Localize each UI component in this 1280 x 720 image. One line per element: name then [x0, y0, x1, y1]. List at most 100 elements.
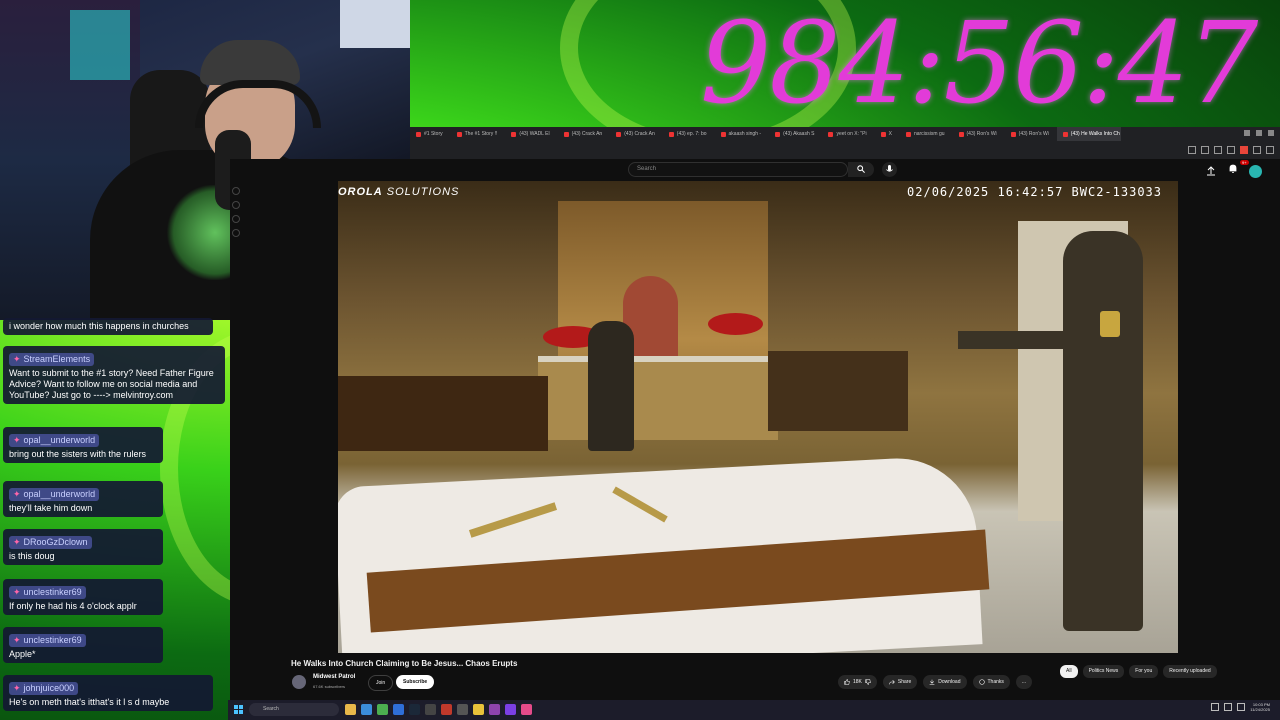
extension-icon[interactable] [1240, 146, 1248, 154]
volume-icon[interactable] [1237, 703, 1246, 711]
taskbar-apps [345, 704, 532, 715]
altar-rail [538, 356, 778, 440]
extension-icon[interactable] [1201, 146, 1209, 154]
chat-text: Apple* [9, 649, 36, 659]
filter-chip[interactable]: For you [1129, 665, 1159, 678]
tab-favicon-icon [616, 131, 622, 137]
taskbar-search[interactable]: Search [249, 703, 339, 716]
app-icon[interactable] [521, 704, 532, 715]
officer-badge [1100, 311, 1120, 337]
share-button[interactable]: Share [882, 675, 918, 689]
browser-tab[interactable]: (43) Akaash S [769, 127, 820, 141]
system-clock[interactable]: 10:03 PM 11/24/2025 [1250, 702, 1270, 712]
chat-username[interactable]: ✦ DRooGzDclown [9, 536, 92, 549]
notifications-button[interactable]: 9+ [1227, 160, 1249, 180]
chat-username-text: unclestinker69 [23, 635, 82, 645]
bodycam-footage [338, 181, 1178, 653]
channel-name[interactable]: Midwest Patrol [313, 674, 355, 680]
account-avatar[interactable] [1249, 164, 1262, 178]
tab-label: (43) WADL El [519, 131, 550, 137]
filter-chip[interactable]: All [1060, 665, 1078, 678]
rail-icon[interactable] [232, 201, 240, 209]
chat-message: ✦ unclestinker69 Apple* [3, 627, 163, 663]
app-icon[interactable] [425, 704, 436, 715]
join-button[interactable]: Join [368, 675, 394, 691]
tab-label: (43) ep. 7: bo [676, 131, 707, 137]
start-button[interactable] [234, 705, 244, 715]
network-icon[interactable] [1224, 703, 1233, 711]
background-monitor [340, 0, 410, 48]
browser-tab[interactable]: (43) Ron's Wi [1005, 127, 1055, 141]
chevron-up-icon[interactable] [1211, 703, 1220, 711]
rail-icon[interactable] [232, 187, 240, 195]
subscribe-button[interactable]: Subscribe [396, 675, 435, 689]
chat-username[interactable]: ✦ johnjuice000 [9, 682, 79, 695]
chat-username[interactable]: ✦ StreamElements [9, 353, 95, 366]
chat-username[interactable]: ✦ unclestinker69 [9, 586, 86, 599]
voice-search-button[interactable] [882, 162, 897, 177]
channel-avatar[interactable] [292, 675, 306, 689]
chat-username[interactable]: ✦ unclestinker69 [9, 634, 86, 647]
rail-icon[interactable] [232, 229, 240, 237]
extension-icon[interactable] [1253, 146, 1261, 154]
red-flowers [708, 313, 763, 335]
extension-icon[interactable] [1214, 146, 1222, 154]
tab-label: (43) He Walks Into Ch [1070, 131, 1120, 137]
maximize-icon[interactable] [1256, 130, 1262, 136]
file-explorer-icon[interactable] [345, 704, 356, 715]
like-button[interactable]: 18K [838, 675, 877, 689]
browser-tab[interactable]: (43) ep. 7: bo [663, 127, 713, 141]
browser-tab[interactable]: yeet on X: "Pi [822, 127, 872, 141]
rail-icon[interactable] [232, 215, 240, 223]
bodycam-brand: OROLA SOLUTIONS [338, 186, 459, 198]
bookmark-icon[interactable] [1188, 146, 1196, 154]
chat-username[interactable]: ✦ opal__underworld [9, 434, 100, 447]
settings-icon[interactable] [457, 704, 468, 715]
steam-icon[interactable] [409, 704, 420, 715]
browser-tab[interactable]: narcissism gu [900, 127, 951, 141]
search-input[interactable]: Search [628, 162, 848, 177]
filter-chip[interactable]: Politics News [1082, 665, 1125, 678]
minimize-icon[interactable] [1244, 130, 1250, 136]
tab-favicon-icon [668, 131, 674, 137]
left-rail [230, 181, 240, 681]
chat-badge-icon: ✦ [13, 435, 21, 445]
upload-icon[interactable] [1205, 165, 1217, 177]
app-icon[interactable] [473, 704, 484, 715]
chat-text: bring out the sisters with the rulers [9, 449, 147, 459]
app-icon[interactable] [505, 704, 516, 715]
thanks-button[interactable]: Thanks [972, 675, 1010, 689]
browser-tab[interactable]: (43) Crack An [558, 127, 609, 141]
browser-tab[interactable]: (43) He Walks Into Ch [1056, 127, 1121, 141]
edge-icon[interactable] [361, 704, 372, 715]
video-player[interactable]: OROLA SOLUTIONS 02/06/2025 16:42:57 BWC2… [338, 181, 1178, 653]
stream-chat: i wonder how much this happens in church… [0, 318, 228, 711]
chat-badge-icon: ✦ [13, 354, 21, 364]
browser-tab[interactable]: #1 Story [410, 127, 449, 141]
download-button[interactable]: Download [923, 675, 967, 689]
chat-username[interactable]: ✦ opal__underworld [9, 488, 100, 501]
app-icon[interactable] [441, 704, 452, 715]
more-actions-button[interactable]: ... [1015, 675, 1033, 689]
obs-icon[interactable] [489, 704, 500, 715]
tab-favicon-icon [958, 131, 964, 137]
browser-tab[interactable]: The #1 Story !! [451, 127, 504, 141]
browser-tab[interactable]: (43) Crack An [610, 127, 661, 141]
browser-tab[interactable]: akaash singh - [715, 127, 768, 141]
extension-icon[interactable] [1227, 146, 1235, 154]
browser-tab[interactable]: X [875, 127, 898, 141]
search-button[interactable] [848, 162, 874, 177]
filter-chip[interactable]: Recently uploaded [1163, 665, 1217, 678]
video-title: He Walks Into Church Claiming to Be Jesu… [291, 659, 518, 668]
like-count: 18K [853, 679, 862, 685]
chat-badge-icon: ✦ [13, 489, 21, 499]
browser-tab[interactable]: (43) Ron's Wi [953, 127, 1003, 141]
chat-username-text: opal__underworld [23, 489, 96, 499]
tab-favicon-icon [1062, 131, 1068, 137]
recommendation-chips: All Politics News For you Recently uploaded [1060, 665, 1217, 678]
chrome-icon[interactable] [377, 704, 388, 715]
close-icon[interactable] [1268, 130, 1274, 136]
app-icon[interactable] [393, 704, 404, 715]
menu-icon[interactable] [1266, 146, 1274, 154]
browser-tab[interactable]: (43) WADL El [505, 127, 555, 141]
